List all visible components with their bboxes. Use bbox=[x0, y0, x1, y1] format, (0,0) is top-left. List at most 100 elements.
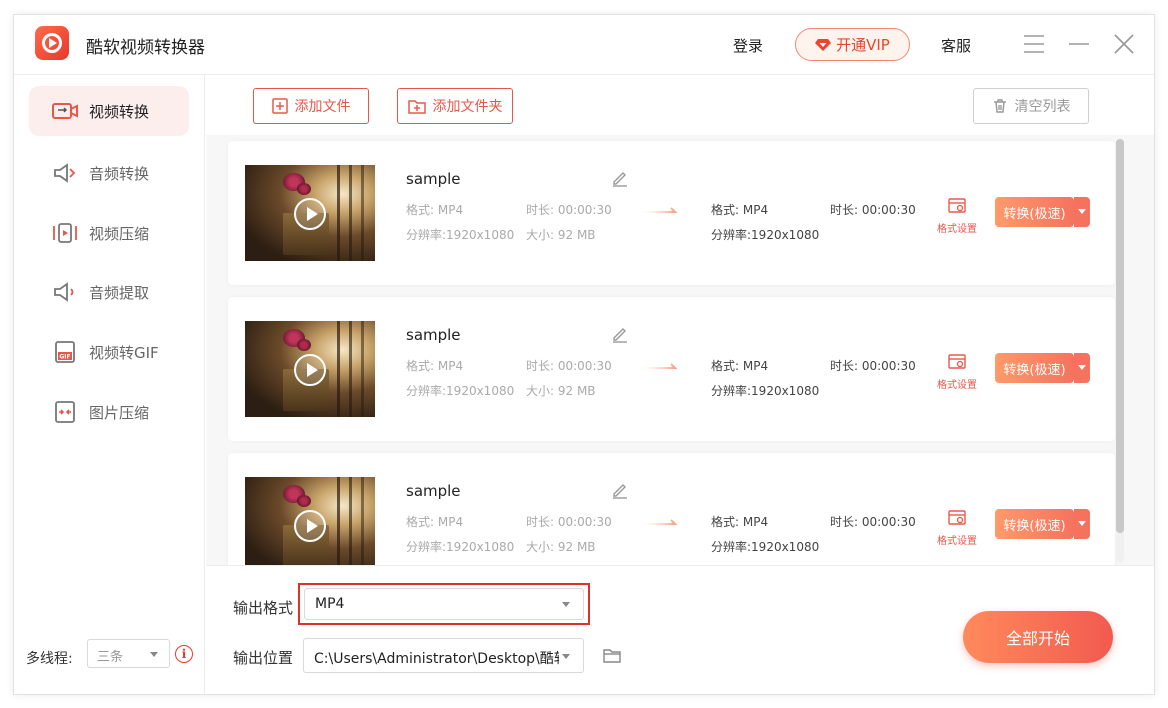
output-panel: 输出格式 MP4 输出位置 C:\Users\Administrator\Des… bbox=[206, 565, 1154, 694]
sidebar-item-video-compress[interactable]: 视频压缩 bbox=[29, 208, 189, 258]
sidebar-item-label: 音频提取 bbox=[89, 283, 150, 302]
source-format: 格式: MP4 bbox=[406, 203, 464, 217]
source-size: 大小: 92 MB bbox=[526, 228, 596, 242]
gif-icon: GIF bbox=[55, 341, 75, 363]
video-compress-icon bbox=[53, 223, 77, 243]
target-duration: 时长: 00:00:30 bbox=[830, 515, 916, 529]
clear-list-label: 清空列表 bbox=[1014, 99, 1071, 115]
play-icon[interactable] bbox=[294, 198, 326, 230]
start-all-label: 全部开始 bbox=[1005, 629, 1070, 648]
folder-icon[interactable] bbox=[603, 648, 621, 663]
arrow-right-icon bbox=[643, 207, 678, 213]
format-settings-label: 格式设置 bbox=[937, 536, 977, 547]
convert-button[interactable]: 转换(极速) bbox=[995, 197, 1074, 227]
chevron-down-icon bbox=[150, 652, 158, 657]
audio-extract-icon bbox=[54, 282, 74, 302]
settings-icon bbox=[948, 354, 966, 369]
thread-count-select[interactable]: 三条 bbox=[87, 639, 170, 668]
trash-icon bbox=[993, 99, 1006, 113]
output-location-label: 输出位置 bbox=[233, 649, 294, 667]
file-card: sample 格式: MP4 时长: 00:00:30 分辨率:1920x108… bbox=[228, 297, 1115, 441]
settings-icon bbox=[948, 198, 966, 213]
output-format-value: MP4 bbox=[315, 596, 345, 612]
source-duration: 时长: 00:00:30 bbox=[526, 515, 612, 529]
video-convert-icon bbox=[52, 103, 78, 119]
login-link[interactable]: 登录 bbox=[733, 35, 763, 56]
sidebar-item-audio-extract[interactable]: 音频提取 bbox=[29, 267, 189, 317]
output-format-label: 输出格式 bbox=[233, 599, 294, 617]
play-icon[interactable] bbox=[294, 510, 326, 542]
svg-text:GIF: GIF bbox=[59, 354, 70, 361]
source-size: 大小: 92 MB bbox=[526, 384, 596, 398]
convert-dropdown-button[interactable] bbox=[1074, 353, 1090, 383]
sidebar-item-label: 视频转GIF bbox=[89, 343, 159, 362]
edit-icon[interactable] bbox=[611, 325, 629, 343]
file-card: sample 格式: MP4 时长: 00:00:30 分辨率:1920x108… bbox=[228, 141, 1115, 285]
sidebar: 视频转换 音频转换 视频压缩 音频提取 GIF 视频转GIF 图片压缩 多线程:… bbox=[14, 75, 205, 694]
convert-label: 转换(极速) bbox=[1003, 362, 1066, 378]
convert-button[interactable]: 转换(极速) bbox=[995, 353, 1074, 383]
add-file-label: 添加文件 bbox=[294, 99, 351, 115]
vip-label: 开通VIP bbox=[836, 36, 890, 54]
start-all-button[interactable]: 全部开始 bbox=[963, 611, 1113, 663]
app-window: 酷软视频转换器 登录 开通VIP 客服 视频转换 音频转换 视频压缩 音频提取 … bbox=[13, 14, 1155, 695]
image-compress-icon bbox=[55, 401, 75, 423]
add-file-button[interactable]: 添加文件 bbox=[253, 88, 369, 124]
output-format-select[interactable]: MP4 bbox=[304, 588, 584, 620]
edit-icon[interactable] bbox=[611, 481, 629, 499]
format-settings-button[interactable]: 格式设置 bbox=[934, 509, 980, 547]
source-resolution: 分辨率:1920x1080 bbox=[406, 384, 515, 398]
format-settings-button[interactable]: 格式设置 bbox=[934, 353, 980, 391]
target-resolution: 分辨率:1920x1080 bbox=[711, 540, 820, 554]
target-format: 格式: MP4 bbox=[711, 203, 769, 217]
app-logo-icon bbox=[35, 26, 69, 60]
arrow-right-icon bbox=[643, 363, 678, 369]
video-thumbnail bbox=[245, 477, 375, 565]
file-name: sample bbox=[406, 326, 461, 344]
source-duration: 时长: 00:00:30 bbox=[526, 203, 612, 217]
title-bar: 酷软视频转换器 登录 开通VIP 客服 bbox=[14, 15, 1154, 75]
app-title: 酷软视频转换器 bbox=[86, 38, 205, 58]
customer-service-link[interactable]: 客服 bbox=[941, 35, 971, 56]
minimize-icon[interactable] bbox=[1068, 33, 1090, 55]
add-file-icon bbox=[271, 98, 288, 114]
chevron-down-icon bbox=[562, 602, 570, 607]
close-icon[interactable] bbox=[1113, 33, 1135, 55]
audio-convert-icon bbox=[54, 163, 76, 183]
sidebar-item-video-convert[interactable]: 视频转换 bbox=[29, 86, 189, 136]
file-list: sample 格式: MP4 时长: 00:00:30 分辨率:1920x108… bbox=[206, 135, 1154, 565]
clear-list-button[interactable]: 清空列表 bbox=[973, 88, 1089, 124]
convert-dropdown-button[interactable] bbox=[1074, 197, 1090, 227]
convert-dropdown-button[interactable] bbox=[1074, 509, 1090, 539]
target-duration: 时长: 00:00:30 bbox=[830, 359, 916, 373]
menu-icon[interactable] bbox=[1023, 33, 1045, 55]
target-format: 格式: MP4 bbox=[711, 515, 769, 529]
edit-icon[interactable] bbox=[611, 169, 629, 187]
settings-icon bbox=[948, 510, 966, 525]
file-name: sample bbox=[406, 482, 461, 500]
chevron-down-icon bbox=[1078, 365, 1086, 370]
arrow-right-icon bbox=[643, 519, 678, 525]
thread-count-value: 三条 bbox=[97, 650, 124, 665]
scrollbar-thumb[interactable] bbox=[1116, 139, 1124, 533]
source-resolution: 分辨率:1920x1080 bbox=[406, 228, 515, 242]
target-resolution: 分辨率:1920x1080 bbox=[711, 228, 820, 242]
format-settings-button[interactable]: 格式设置 bbox=[934, 197, 980, 235]
list-scrollbar[interactable] bbox=[1116, 139, 1124, 563]
sidebar-item-audio-convert[interactable]: 音频转换 bbox=[29, 148, 189, 198]
play-icon[interactable] bbox=[294, 354, 326, 386]
video-thumbnail bbox=[245, 165, 375, 261]
output-location-select[interactable]: C:\Users\Administrator\Desktop\酷软 bbox=[303, 638, 584, 673]
sidebar-item-video-to-gif[interactable]: GIF 视频转GIF bbox=[29, 327, 189, 377]
add-folder-button[interactable]: 添加文件夹 bbox=[397, 88, 513, 124]
sidebar-item-label: 视频压缩 bbox=[89, 224, 150, 243]
sidebar-item-label: 音频转换 bbox=[89, 164, 150, 183]
chevron-down-icon bbox=[1078, 521, 1086, 526]
vip-button[interactable]: 开通VIP bbox=[795, 28, 910, 61]
source-resolution: 分辨率:1920x1080 bbox=[406, 540, 515, 554]
convert-button[interactable]: 转换(极速) bbox=[995, 509, 1074, 539]
sidebar-item-label: 图片压缩 bbox=[89, 403, 150, 422]
info-icon[interactable]: i bbox=[175, 645, 193, 663]
sidebar-item-image-compress[interactable]: 图片压缩 bbox=[29, 387, 189, 437]
diamond-icon bbox=[815, 38, 832, 51]
